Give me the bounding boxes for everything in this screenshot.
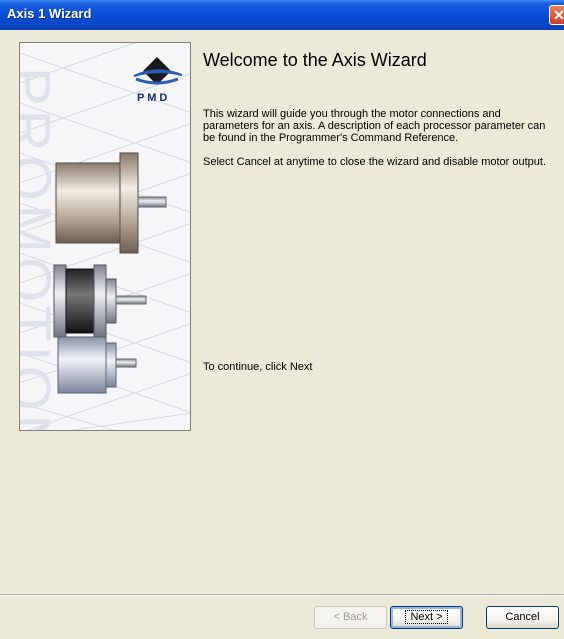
button-separator (0, 594, 564, 596)
window-title: Axis 1 Wizard (7, 6, 92, 21)
page-title: Welcome to the Axis Wizard (203, 50, 427, 70)
intro-paragraph: This wizard will guide you through the m… (203, 108, 546, 144)
wizard-body: PROMOTION P M D Welcome to the Axis Wiza… (0, 30, 564, 639)
cancel-info-paragraph: Select Cancel at anytime to close the wi… (203, 156, 547, 168)
back-button[interactable]: < Back (314, 606, 387, 629)
title-bar[interactable]: Axis 1 Wizard ✕ (0, 0, 564, 30)
pmd-brand-text: P M D (137, 92, 167, 104)
stepper-motor-icon (53, 264, 147, 338)
back-button-label: < Back (333, 611, 368, 623)
watermark-text: PROMOTION (20, 67, 62, 431)
pmd-logo-icon (133, 57, 183, 85)
wizard-side-art: PROMOTION P M D (19, 42, 191, 431)
cancel-button[interactable]: Cancel (486, 606, 559, 629)
close-button[interactable]: ✕ (549, 5, 564, 25)
small-motor-icon (57, 336, 137, 394)
cancel-button-label: Cancel (505, 611, 540, 623)
next-button-label: Next > (405, 610, 448, 624)
next-button[interactable]: Next > (390, 606, 463, 629)
motors-illustration: PROMOTION P M D (20, 43, 190, 431)
continue-instruction: To continue, click Next (203, 361, 313, 373)
close-icon: ✕ (553, 7, 564, 23)
